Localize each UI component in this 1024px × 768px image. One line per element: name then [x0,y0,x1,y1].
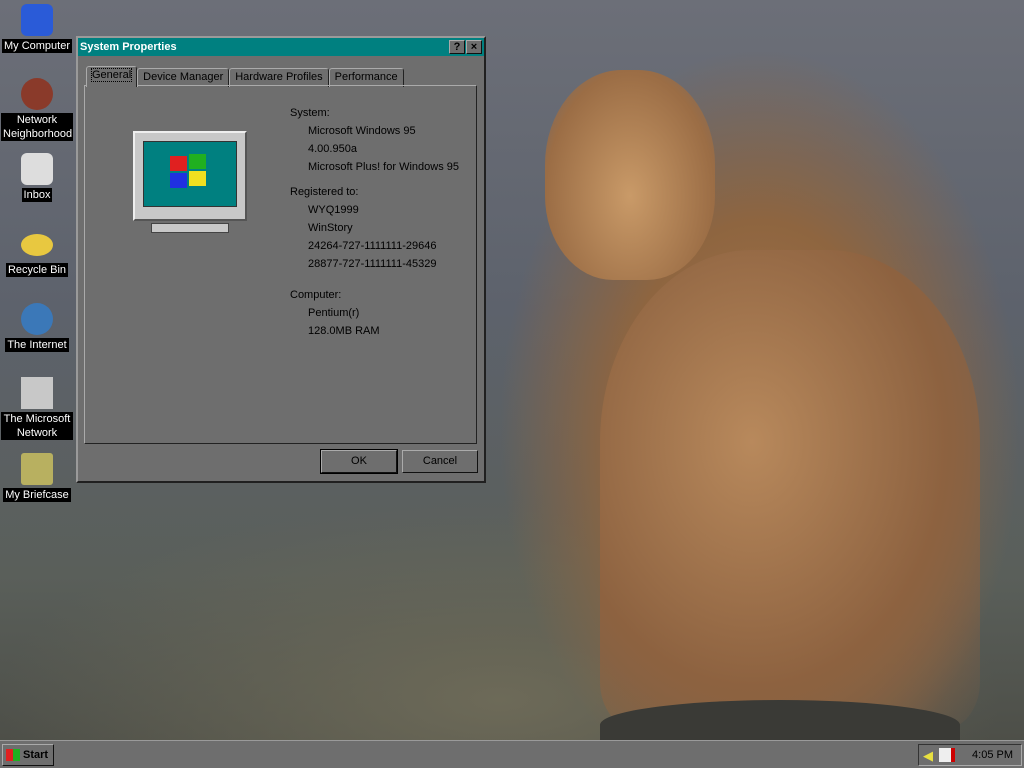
product-id-2: 28877-727-1111111-45329 [290,255,436,273]
desktop-icon-inbox[interactable]: Inbox [0,153,74,202]
briefcase-icon [21,453,53,485]
os-name: Microsoft Windows 95 [290,122,459,140]
windows-monitor-icon [133,131,247,221]
system-heading: System: [290,104,459,122]
window-title: System Properties [80,41,177,53]
system-properties-window: System Properties ? × General Device Man… [76,36,486,483]
general-panel: System: Microsoft Windows 95 4.00.950a M… [84,85,477,444]
os-version: 4.00.950a [290,140,459,158]
windows-logo-icon [6,749,20,761]
product-id: 24264-727-1111111-29646 [290,237,436,255]
start-label: Start [23,749,48,761]
my-computer-icon [21,4,53,36]
wallpaper-cougar-body [600,250,980,730]
desktop-icon-msn[interactable]: The Microsoft Network [0,377,74,440]
help-button[interactable]: ? [449,40,465,54]
desktop-icon-recycle-bin[interactable]: Recycle Bin [0,228,74,277]
title-bar[interactable]: System Properties ? × [78,38,484,56]
monitor-stand [151,223,229,233]
globe-icon [21,303,53,335]
cpu: Pentium(r) [290,304,380,322]
recycle-bin-icon [21,234,53,256]
registered-org: WinStory [290,219,436,237]
os-addon: Microsoft Plus! for Windows 95 [290,158,459,176]
inbox-icon [21,153,53,185]
clock[interactable]: 4:05 PM [972,749,1013,761]
desktop-icon-my-briefcase[interactable]: My Briefcase [0,453,74,502]
registered-heading: Registered to: [290,183,436,201]
start-button[interactable]: Start [2,744,54,766]
msn-icon [21,377,53,409]
ram: 128.0MB RAM [290,322,380,340]
desktop-icon-my-computer[interactable]: My Computer [0,4,74,53]
scheduler-icon[interactable] [939,748,955,762]
tab-general[interactable]: General [86,66,137,87]
registered-user: WYQ1999 [290,201,436,219]
system-tray: ◀ 4:05 PM [918,744,1022,766]
cancel-button[interactable]: Cancel [402,450,478,473]
close-button[interactable]: × [466,40,482,54]
wallpaper-cougar-head [545,70,715,280]
computer-heading: Computer: [290,286,380,304]
network-icon [21,78,53,110]
ok-button[interactable]: OK [321,450,397,473]
taskbar: Start ◀ 4:05 PM [0,740,1024,768]
tab-label: General [92,69,131,81]
speaker-icon[interactable]: ◀ [923,748,933,764]
desktop-icon-the-internet[interactable]: The Internet [0,303,74,352]
desktop-icon-network-neighborhood[interactable]: Network Neighborhood [0,78,74,141]
